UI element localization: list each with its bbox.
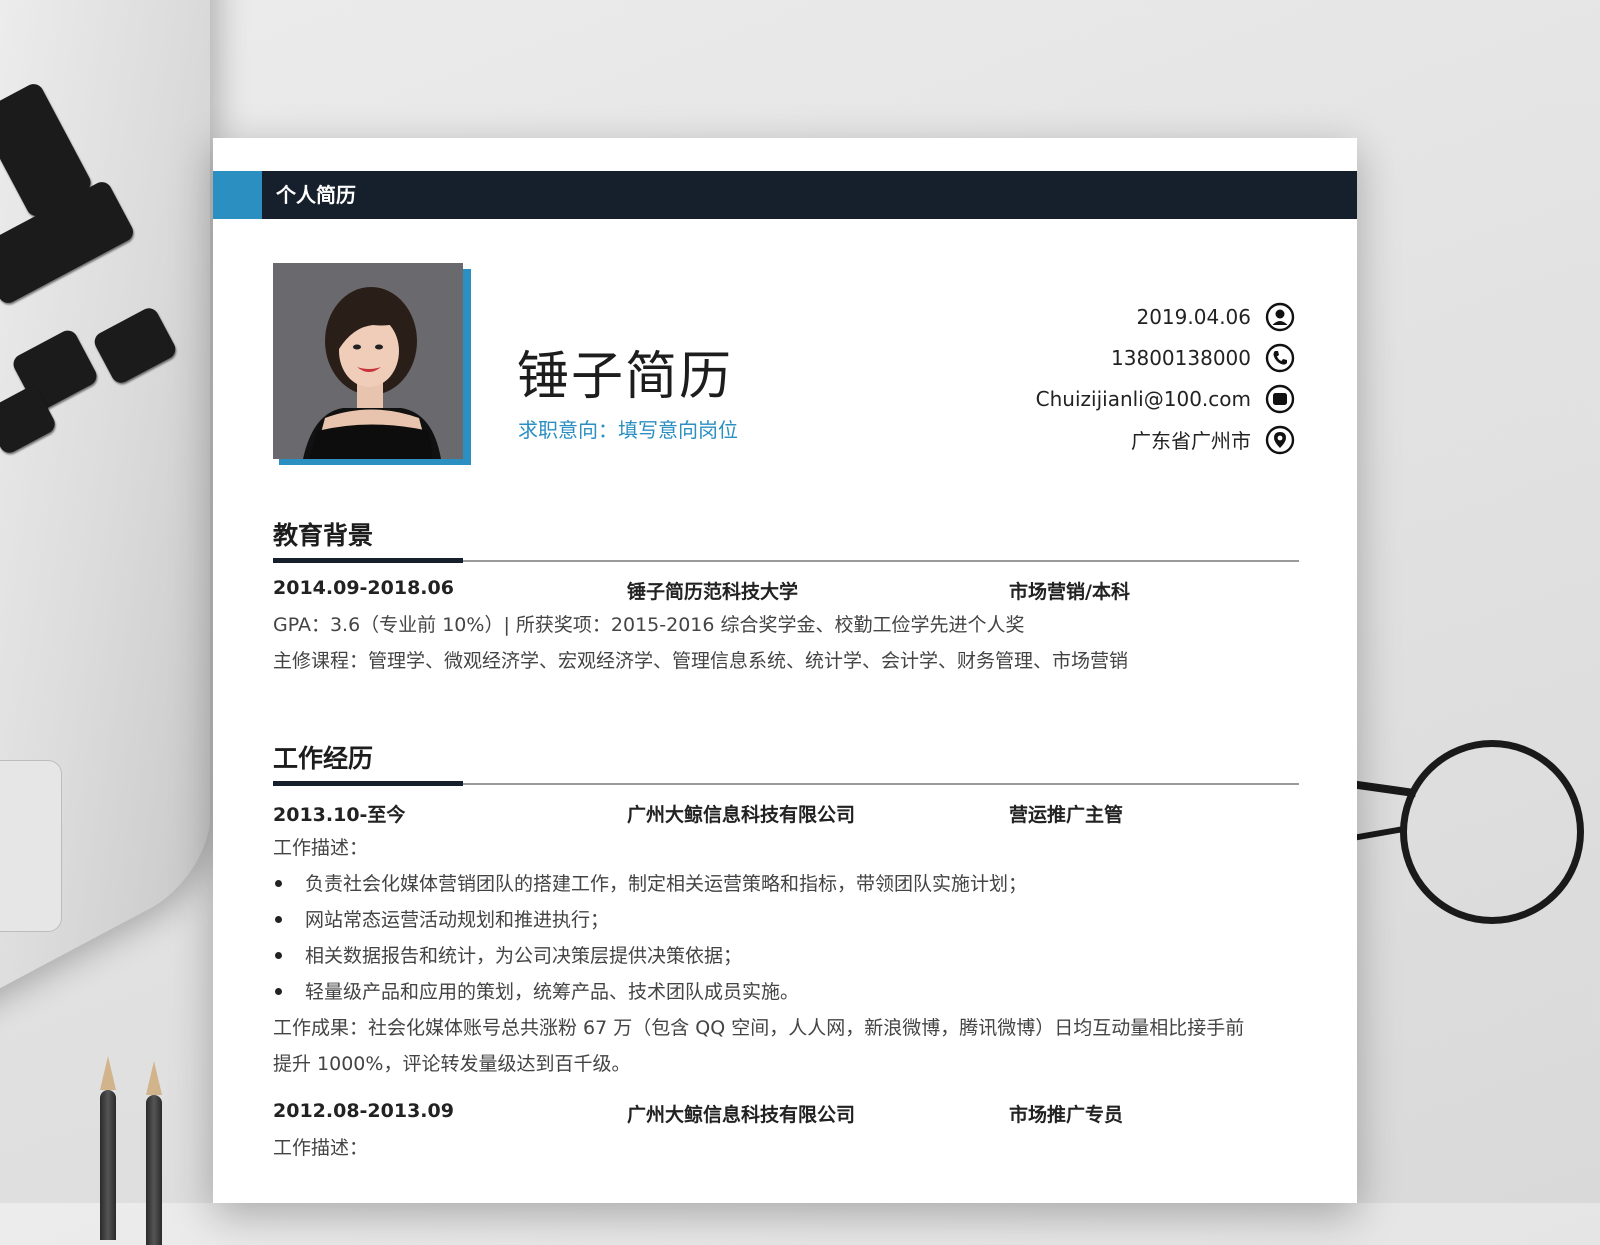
job-position: 营运推广主管 <box>1009 804 1124 826</box>
job-period: 2012.08-2013.09 <box>273 1100 454 1122</box>
pencil-decoration <box>146 1061 162 1245</box>
divider-accent <box>273 558 463 563</box>
list-item: 网站常态运营活动规划和推进执行； <box>273 902 1299 938</box>
list-item: 相关数据报告和统计，为公司决策层提供决策依据； <box>273 938 1299 974</box>
contact-location: 广东省广州市 <box>935 419 1295 460</box>
contact-birthdate: 2019.04.06 <box>935 296 1295 337</box>
location-pin-icon <box>1265 425 1295 454</box>
phone-icon <box>1265 343 1295 372</box>
glasses-bridge <box>1355 825 1407 841</box>
job-company: 广州大鲸信息科技有限公司 <box>627 804 856 826</box>
job-entry-header: 2013.10-至今 广州大鲸信息科技有限公司 营运推广主管 <box>273 794 1299 830</box>
education-period: 2014.09-2018.06 <box>273 577 454 599</box>
job-entry-header: 2012.08-2013.09 广州大鲸信息科技有限公司 市场推广专员 <box>273 1094 1299 1130</box>
job-result-continued: 提升 1000%，评论转发量级达到百千级。 <box>273 1053 631 1075</box>
education-entry-header: 2014.09-2018.06 锤子简历范科技大学 市场营销/本科 <box>273 571 1299 607</box>
job-intent: 求职意向：填写意向岗位 <box>518 418 738 442</box>
person-icon <box>1265 302 1295 331</box>
job-bullet-list: 负责社会化媒体营销团队的搭建工作，制定相关运营策略和指标，带领团队实施计划； 网… <box>273 866 1299 1010</box>
education-section: 教育背景 2014.09-2018.06 锤子简历范科技大学 市场营销/本科 G… <box>273 516 1299 679</box>
job-description-label: 工作描述： <box>273 837 369 859</box>
work-section: 工作经历 2013.10-至今 广州大鲸信息科技有限公司 营运推广主管 工作描述… <box>273 739 1299 1166</box>
job-company: 广州大鲸信息科技有限公司 <box>627 1104 856 1126</box>
glasses-decoration <box>1400 740 1584 924</box>
list-item: 负责社会化媒体营销团队的搭建工作，制定相关运营策略和指标，带领团队实施计划； <box>273 866 1299 902</box>
header-accent <box>213 171 262 219</box>
job-result: 工作成果：社会化媒体账号总共涨粉 67 万（包含 QQ 空间，人人网，新浪微博，… <box>273 1017 1245 1039</box>
candidate-name: 锤子简历 <box>517 347 734 407</box>
portrait-image <box>273 263 463 459</box>
birthdate-text: 2019.04.06 <box>1136 304 1251 329</box>
phone-text: 13800138000 <box>1111 345 1251 370</box>
job-period: 2013.10-至今 <box>273 804 406 826</box>
contact-email: Chuizijianli@100.com <box>935 378 1295 419</box>
education-courses: 主修课程：管理学、微观经济学、宏观经济学、管理信息系统、统计学、会计学、财务管理… <box>273 650 1129 672</box>
resume-sheet: 个人简历 锤子简历 求职意向：填写意向岗位 2019.04.06 1380013… <box>213 138 1357 1203</box>
contact-phone: 13800138000 <box>935 337 1295 378</box>
work-title: 工作经历 <box>273 744 374 773</box>
section-divider <box>273 558 1299 563</box>
job-position: 市场推广专员 <box>1009 1104 1124 1126</box>
laptop-trackpad <box>0 760 62 932</box>
profile-photo <box>273 263 471 465</box>
job-description-label: 工作描述： <box>273 1137 369 1159</box>
education-gpa: GPA：3.6（专业前 10%）| 所获奖项：2015-2016 综合奖学金、校… <box>273 614 1025 636</box>
location-text: 广东省广州市 <box>1131 429 1251 453</box>
education-school: 锤子简历范科技大学 <box>627 581 799 603</box>
pencil-decoration <box>100 1056 116 1240</box>
contact-info: 2019.04.06 13800138000 Chuizijianli@100.… <box>935 296 1295 460</box>
email-text: Chuizijianli@100.com <box>1035 386 1251 411</box>
header-title: 个人简历 <box>276 183 356 207</box>
education-title: 教育背景 <box>273 521 374 550</box>
header-bar: 个人简历 <box>213 171 1357 219</box>
portrait-illustration <box>273 263 463 459</box>
email-icon <box>1265 384 1295 413</box>
list-item: 轻量级产品和应用的策划，统筹产品、技术团队成员实施。 <box>273 974 1299 1010</box>
education-major: 市场营销/本科 <box>1009 581 1130 603</box>
divider-accent <box>273 781 463 786</box>
section-divider <box>273 781 1299 786</box>
